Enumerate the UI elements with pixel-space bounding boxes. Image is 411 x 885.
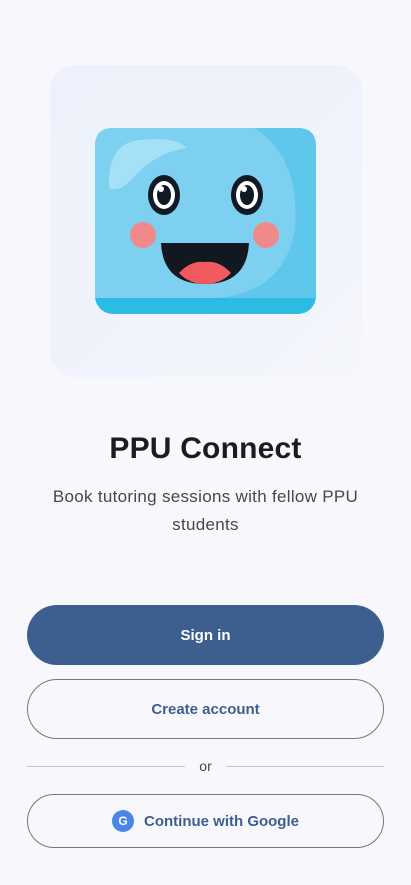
sign-in-label: Sign in bbox=[180, 626, 231, 644]
create-account-label: Create account bbox=[151, 700, 260, 718]
divider-line-left bbox=[27, 765, 186, 767]
create-account-button[interactable]: Create account bbox=[27, 679, 384, 739]
divider-line-right bbox=[225, 765, 385, 767]
google-icon: G bbox=[112, 810, 134, 832]
continue-with-google-label: Continue with Google bbox=[144, 812, 299, 830]
continue-with-google-button[interactable]: G Continue with Google bbox=[27, 794, 384, 848]
divider-label: or bbox=[199, 758, 212, 774]
app-subtitle: Book tutoring sessions with fellow PPU s… bbox=[52, 487, 359, 534]
mascot-icon bbox=[95, 128, 316, 314]
sign-in-button[interactable]: Sign in bbox=[27, 605, 384, 665]
app-title: PPU Connect bbox=[109, 432, 302, 465]
or-divider: or bbox=[27, 757, 385, 775]
